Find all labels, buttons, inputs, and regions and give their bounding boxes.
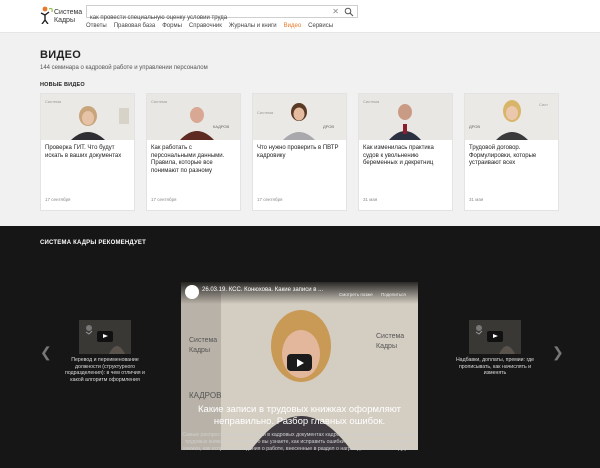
clear-search-icon[interactable]: ✕ bbox=[332, 7, 339, 17]
side-video-left[interactable] bbox=[79, 320, 131, 354]
logo-text-line1: Система bbox=[54, 9, 83, 16]
video-thumbnail[interactable]: ДРОВ Сист bbox=[465, 94, 558, 140]
nav-item-forms[interactable]: Формы bbox=[162, 22, 182, 31]
video-thumbnail[interactable]: Система bbox=[41, 94, 134, 140]
video-thumbnail[interactable]: Система bbox=[359, 94, 452, 140]
side-video-left-caption[interactable]: Перевод и переименование должности (стру… bbox=[60, 357, 150, 383]
video-card-date: 31 мая bbox=[469, 197, 484, 202]
svg-text:Система: Система bbox=[189, 337, 217, 344]
video-card-title[interactable]: Трудовой договор. Формулировки, которые … bbox=[469, 145, 555, 168]
video-cards: Система Проверка ГИТ. Что будут искать в… bbox=[40, 93, 561, 211]
nav-item-services[interactable]: Сервисы bbox=[308, 22, 333, 31]
site-header: Система Кадры ✕ Ответы Правовая база Фор… bbox=[0, 0, 600, 33]
main-nav: Ответы Правовая база Формы Справочник Жу… bbox=[86, 22, 333, 31]
svg-text:Система: Система bbox=[45, 99, 62, 104]
video-thumbnail[interactable]: Система ДРОВ bbox=[253, 94, 346, 140]
side-video-right-caption[interactable]: Надбавки, доплаты, премии: где прописыва… bbox=[450, 357, 540, 377]
video-card[interactable]: Система КАДРОВ Как работать с персональн… bbox=[146, 93, 241, 211]
recommend-video-heading: Какие записи в трудовых книжках оформляю… bbox=[198, 404, 401, 427]
svg-text:Сист: Сист bbox=[539, 102, 548, 107]
recommend-heading: СИСТЕМА КАДРЫ РЕКОМЕНДУЕТ bbox=[40, 240, 146, 246]
page-subtitle: 144 семинара о кадровой работе и управле… bbox=[40, 65, 208, 71]
video-card-title[interactable]: Проверка ГИТ. Что будут искать в ваших д… bbox=[45, 145, 131, 160]
svg-text:Система: Система bbox=[151, 99, 168, 104]
play-icon[interactable] bbox=[287, 354, 312, 371]
video-card[interactable]: ДРОВ Сист Трудовой договор. Формулировки… bbox=[464, 93, 559, 211]
video-card-date: 17 сентября bbox=[257, 197, 283, 202]
play-icon[interactable] bbox=[97, 331, 113, 342]
recommend-video-description: Самые распространенные ошибки в кадровых… bbox=[182, 432, 417, 452]
nav-item-video[interactable]: Видео bbox=[284, 22, 302, 31]
svg-text:Кадры: Кадры bbox=[376, 343, 397, 350]
carousel-next-icon[interactable]: ❯ bbox=[552, 344, 564, 361]
site-logo[interactable]: Система Кадры bbox=[40, 6, 86, 28]
nav-item-reference[interactable]: Справочник bbox=[189, 22, 222, 31]
svg-text:Система: Система bbox=[257, 110, 274, 115]
svg-text:ДРОВ: ДРОВ bbox=[323, 124, 334, 129]
page-title: ВИДЕО bbox=[40, 49, 82, 61]
svg-text:ДРОВ: ДРОВ bbox=[469, 124, 480, 129]
video-card-title[interactable]: Что нужно проверить в ПВТР кадровику bbox=[257, 145, 343, 160]
logo-text: Система Кадры bbox=[54, 9, 82, 25]
new-videos-heading: НОВЫЕ ВИДЕО bbox=[40, 82, 85, 88]
logo-text-line2: Кадры bbox=[54, 17, 75, 24]
svg-text:Кадры: Кадры bbox=[189, 347, 210, 354]
svg-text:Система: Система bbox=[363, 99, 380, 104]
video-card[interactable]: Система Проверка ГИТ. Что будут искать в… bbox=[40, 93, 135, 211]
video-card[interactable]: Система Как изменилась практика судов к … bbox=[358, 93, 453, 211]
video-section: ВИДЕО 144 семинара о кадровой работе и у… bbox=[0, 33, 600, 226]
side-video-right[interactable] bbox=[469, 320, 521, 354]
nav-item-answers[interactable]: Ответы bbox=[86, 22, 107, 31]
video-card[interactable]: Система ДРОВ Что нужно проверить в ПВТР … bbox=[252, 93, 347, 211]
main-video-title[interactable]: 26.03.19. КСС. Конюхова. Какие записи в … bbox=[202, 287, 323, 293]
video-card-date: 17 сентября bbox=[151, 197, 177, 202]
search-icon[interactable] bbox=[344, 7, 354, 17]
video-card-title[interactable]: Как изменилась практика судов к увольнен… bbox=[363, 145, 449, 168]
channel-avatar[interactable] bbox=[185, 285, 199, 299]
watch-later-button[interactable]: Смотреть позже bbox=[339, 292, 373, 297]
video-card-date: 31 мая bbox=[363, 197, 378, 202]
nav-item-journals[interactable]: Журналы и книги bbox=[229, 22, 277, 31]
svg-text:КАДРОВ: КАДРОВ bbox=[189, 391, 221, 400]
svg-text:КАДРОВ: КАДРОВ bbox=[213, 124, 230, 129]
video-thumbnail[interactable]: Система КАДРОВ bbox=[147, 94, 240, 140]
video-card-title[interactable]: Как работать с персональными данными. Пр… bbox=[151, 145, 237, 175]
search-box: ✕ bbox=[86, 5, 358, 24]
share-button[interactable]: Поделиться bbox=[381, 292, 406, 297]
svg-text:Система: Система bbox=[376, 333, 404, 340]
recommend-section: СИСТЕМА КАДРЫ РЕКОМЕНДУЕТ ❮ ❯ Перевод и … bbox=[0, 226, 600, 468]
play-icon[interactable] bbox=[487, 331, 503, 342]
nav-item-legal-base[interactable]: Правовая база bbox=[114, 22, 155, 31]
video-card-date: 17 сентября bbox=[45, 197, 71, 202]
logo-figure-icon bbox=[40, 6, 53, 24]
carousel-prev-icon[interactable]: ❮ bbox=[40, 344, 52, 361]
